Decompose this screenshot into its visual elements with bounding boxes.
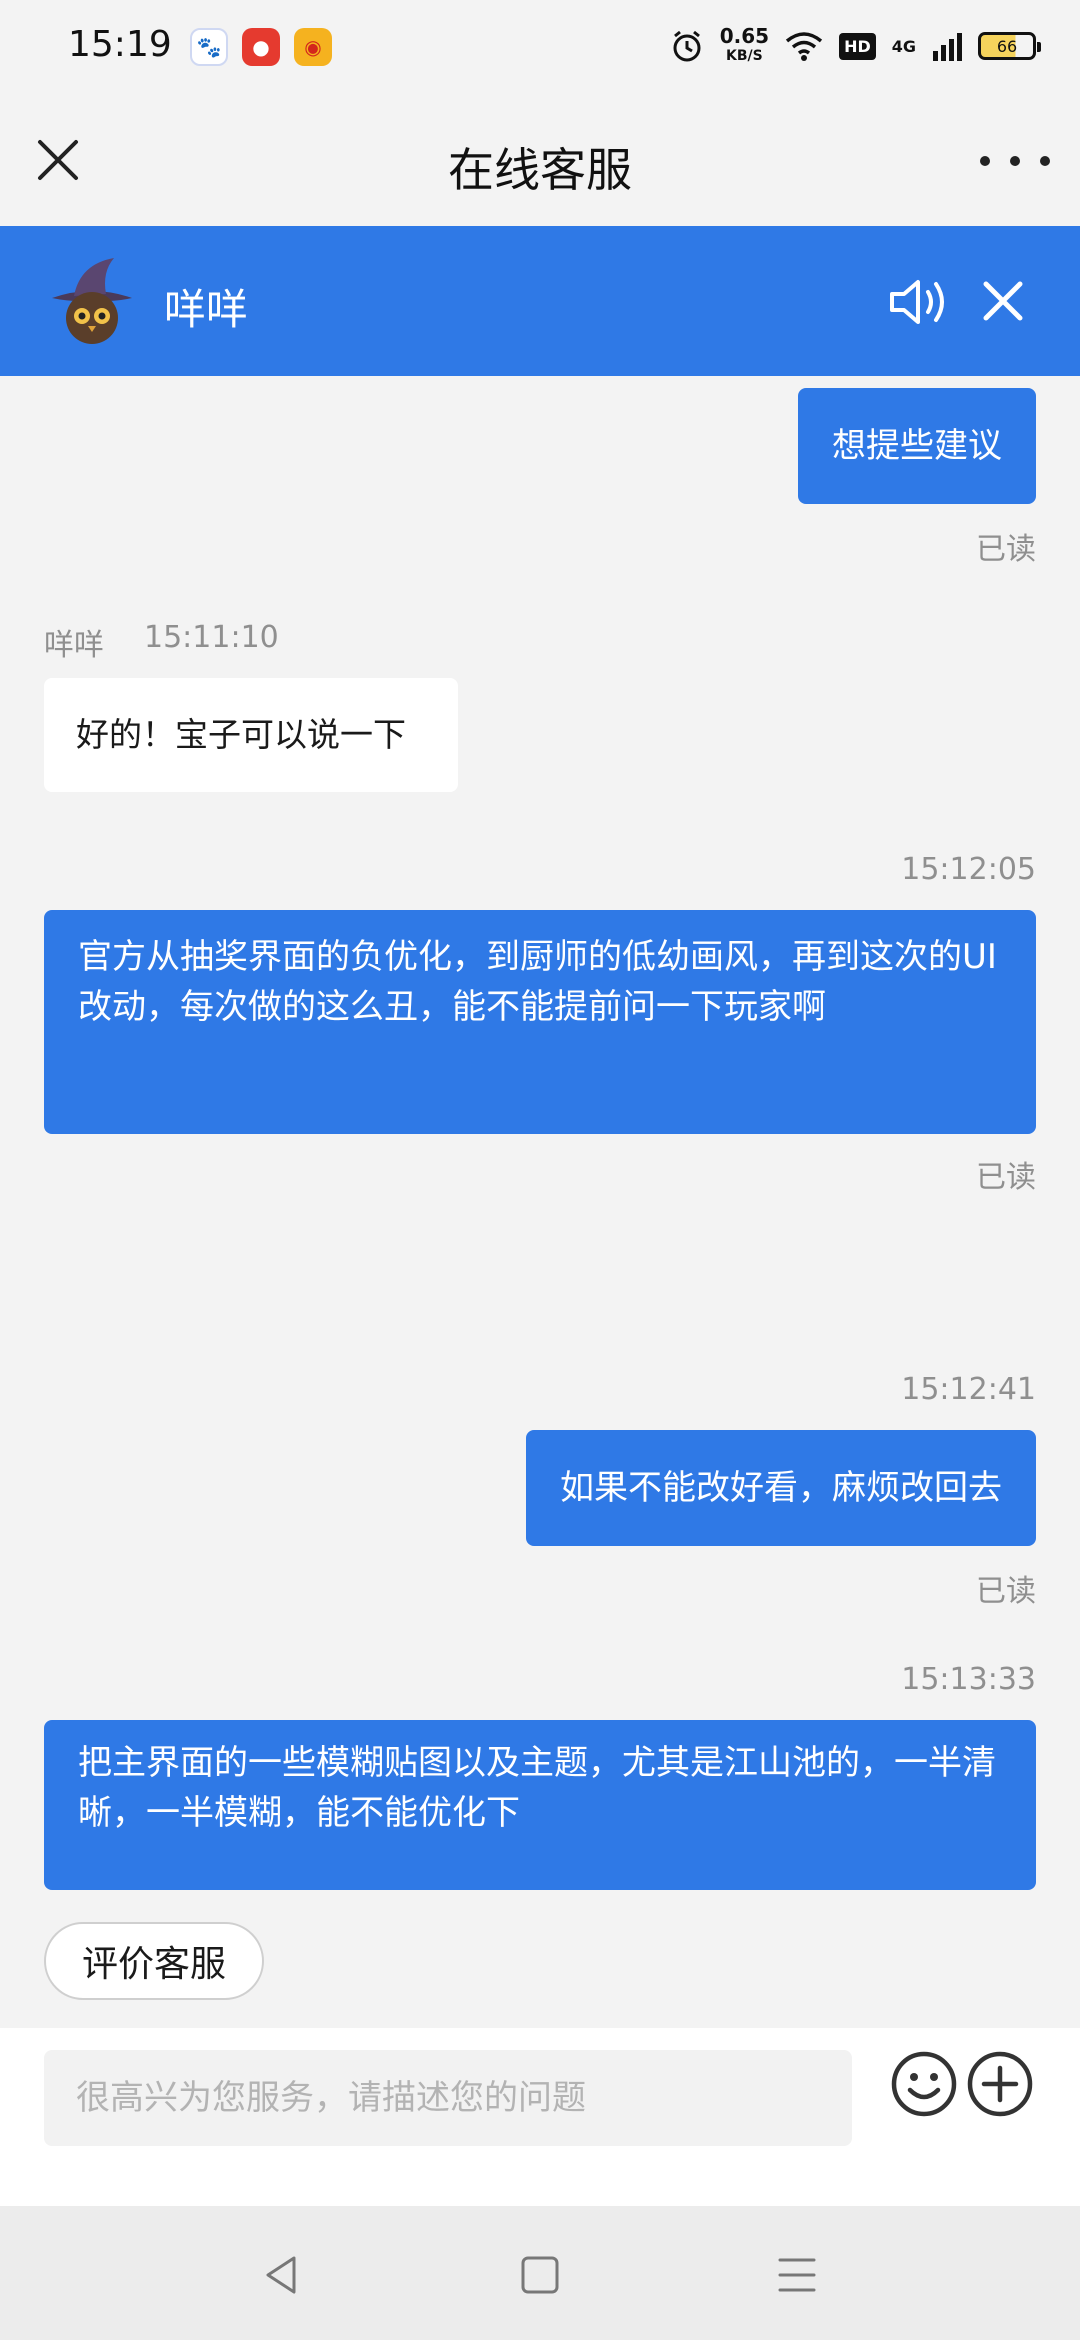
message-sender: 咩咩 — [44, 628, 104, 663]
title-bar: 在线客服 — [0, 96, 1080, 226]
agent-avatar — [52, 258, 132, 344]
battery-level: 66 — [996, 36, 1018, 56]
network-speed-unit: KB/S — [726, 48, 763, 64]
attach-button[interactable] — [966, 2050, 1034, 2118]
nav-home-button[interactable] — [515, 2250, 565, 2300]
weibo-icon: ◉ — [294, 28, 332, 66]
input-bar — [0, 2028, 1080, 2206]
message-time: 15:12:05 — [901, 852, 1036, 887]
close-chat-button[interactable] — [978, 276, 1028, 326]
close-icon — [983, 281, 1023, 321]
triangle-back-icon — [266, 2256, 296, 2294]
page-title: 在线客服 — [448, 143, 632, 197]
message-bubble-outgoing: 想提些建议 — [798, 388, 1036, 504]
network-speed-value: 0.65 — [719, 24, 770, 48]
status-bar: 15:19 🐾 ● ◉ 0.65 KB/S HD 4G 66 — [0, 0, 1080, 96]
app-mascot-icon: ● — [242, 28, 280, 66]
smiley-icon — [891, 2051, 957, 2117]
chat-messages: 想提些建议 已读 咩咩 15:11:10 好的！宝子可以说一下 15:12:05… — [0, 376, 1080, 2026]
rate-service-button[interactable]: 评价客服 — [44, 1922, 264, 2000]
network-speed: 0.65 KB/S — [720, 26, 769, 66]
message-bubble-outgoing: 官方从抽奖界面的负优化，到厨师的低幼画风，再到这次的UI改动，每次做的这么丑，能… — [44, 910, 1036, 1134]
plus-circle-icon — [967, 2051, 1033, 2117]
nav-recents-button[interactable] — [772, 2250, 822, 2300]
notification-icons: 🐾 ● ◉ — [190, 28, 332, 66]
more-options-button[interactable] — [980, 136, 1050, 186]
signal-icon — [933, 33, 962, 61]
read-status: 已读 — [976, 1574, 1036, 1609]
message-time: 15:11:10 — [144, 620, 279, 655]
wifi-icon — [785, 32, 823, 61]
message-time: 15:13:33 — [901, 1662, 1036, 1697]
agent-name: 咩咩 — [164, 285, 249, 334]
message-bubble-incoming: 好的！宝子可以说一下 — [44, 678, 458, 792]
emoji-button[interactable] — [890, 2050, 958, 2118]
baidu-paw-icon: 🐾 — [190, 28, 228, 66]
nav-back-button[interactable] — [258, 2250, 308, 2300]
status-indicators: 0.65 KB/S HD 4G 66 — [670, 26, 1041, 66]
menu-lines-icon — [778, 2258, 816, 2292]
system-nav-bar — [0, 2206, 1080, 2340]
agent-header: 咩咩 — [0, 226, 1080, 376]
status-time: 15:19 — [68, 24, 172, 65]
message-bubble-outgoing: 如果不能改好看，麻烦改回去 — [526, 1430, 1036, 1546]
read-status: 已读 — [976, 1160, 1036, 1195]
battery-icon: 66 — [978, 32, 1041, 60]
read-status: 已读 — [976, 532, 1036, 567]
sound-toggle-button[interactable] — [886, 270, 950, 334]
hd-badge: HD — [839, 32, 876, 60]
more-dots-icon — [980, 156, 990, 166]
speaker-icon — [890, 280, 944, 324]
message-bubble-outgoing: 把主界面的一些模糊贴图以及主题，尤其是江山池的，一半清晰，一半模糊，能不能优化下 — [44, 1720, 1036, 1890]
square-home-icon — [521, 2256, 559, 2294]
network-type: 4G — [891, 36, 916, 56]
message-time: 15:12:41 — [901, 1372, 1036, 1407]
alarm-icon — [673, 30, 701, 62]
message-input[interactable] — [44, 2050, 852, 2146]
